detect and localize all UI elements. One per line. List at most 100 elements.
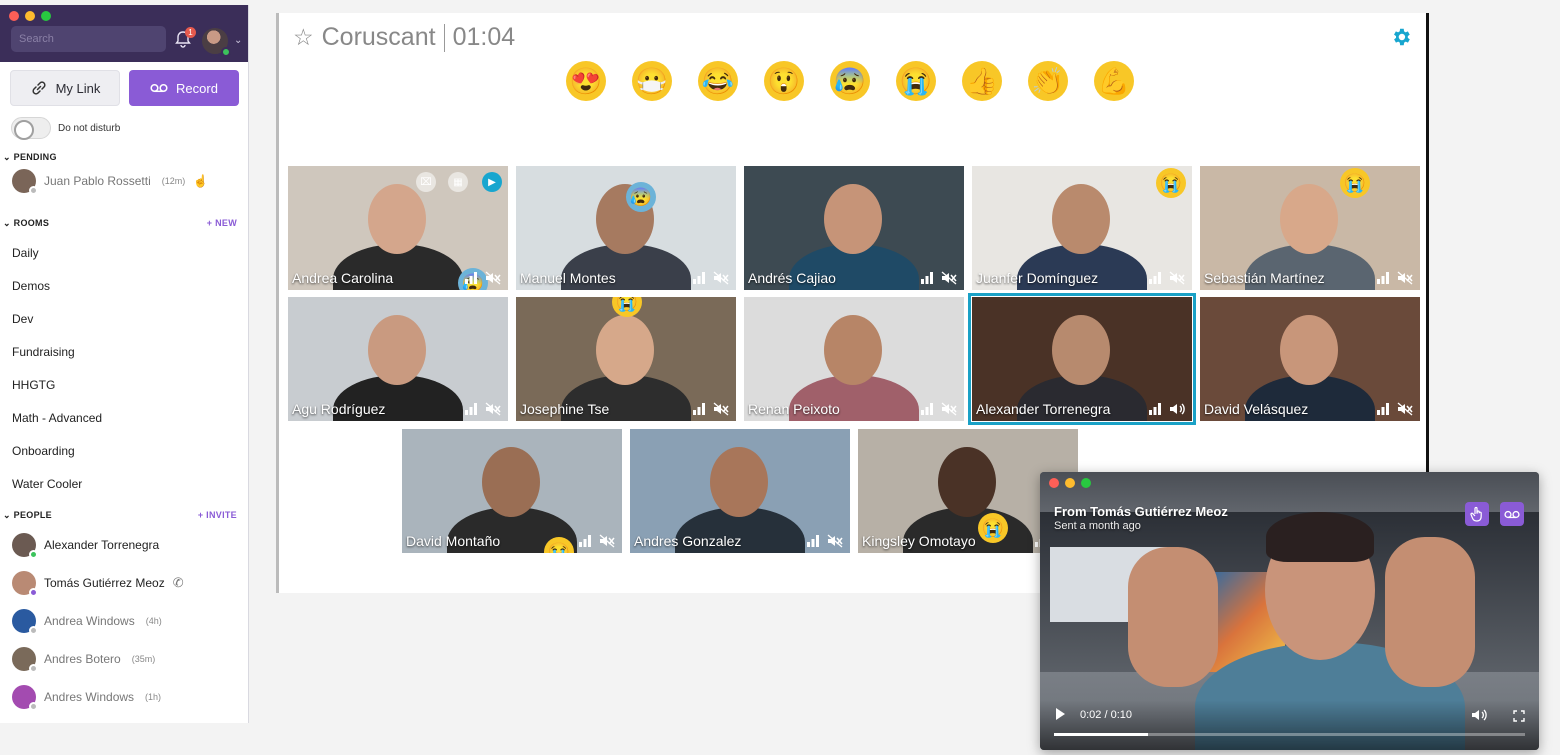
volume-icon[interactable] [1471, 708, 1487, 722]
participant-tile[interactable]: 😰 ⌧ ▦ ▶ Andrea Carolina [288, 166, 508, 290]
speaker-muted-icon[interactable] [941, 271, 957, 285]
video-off-icon[interactable]: ⌧ [416, 172, 436, 192]
person-name: Tomás Gutiérrez Meoz [44, 576, 165, 590]
signal-strength-icon [1149, 272, 1161, 284]
floating-reaction-icon: 😰 [626, 182, 656, 212]
pending-item[interactable]: Juan Pablo Rossetti (12m) ☝ [0, 164, 248, 198]
person-last-seen: (1h) [145, 692, 162, 702]
person-item[interactable]: Andrea Windows (4h) [0, 602, 248, 640]
signal-strength-icon [693, 403, 705, 415]
player-close-button[interactable] [1049, 478, 1059, 488]
room-item[interactable]: Daily [0, 236, 248, 269]
signal-strength-icon [1377, 272, 1389, 284]
speaker-muted-icon[interactable] [485, 271, 501, 285]
participant-tile[interactable]: Alexander Torrenegra [968, 293, 1196, 425]
signal-strength-icon [465, 403, 477, 415]
room-item[interactable]: Water Cooler [0, 467, 248, 500]
chevron-down-icon[interactable]: ⌄ [234, 35, 242, 46]
room-name: Coruscant [321, 23, 436, 51]
room-item[interactable]: Dev [0, 302, 248, 335]
room-item[interactable]: Onboarding [0, 434, 248, 467]
reaction-cold-face-icon[interactable]: 😰 [830, 61, 870, 101]
speaker-muted-icon[interactable] [485, 402, 501, 416]
rooms-heading: ⌄ ROOMS [3, 217, 50, 228]
grid-icon[interactable]: ▦ [448, 172, 468, 192]
video-message-player[interactable]: From Tomás Gutiérrez Meoz Sent a month a… [1040, 472, 1539, 750]
avatar [12, 169, 38, 195]
speaker-muted-icon[interactable] [941, 402, 957, 416]
reaction-thumbs-up-icon[interactable]: 👍 [962, 61, 1002, 101]
room-item[interactable]: HHGTG [0, 368, 248, 401]
floating-reaction-icon: 😭 [1156, 168, 1186, 198]
room-item[interactable]: Fundraising [0, 335, 248, 368]
new-room-button[interactable]: + NEW [207, 218, 237, 228]
my-link-button[interactable]: My Link [10, 70, 120, 106]
reaction-flexed-biceps-icon[interactable]: 💪 [1094, 61, 1134, 101]
reaction-heart-eyes-icon[interactable]: 😍 [566, 61, 606, 101]
player-maximize-button[interactable] [1081, 478, 1091, 488]
voicemail-icon[interactable] [1500, 502, 1524, 526]
participant-tile[interactable]: 😰 Manuel Montes [516, 166, 736, 290]
status-indicator [29, 550, 38, 559]
fullscreen-icon[interactable] [1513, 710, 1525, 722]
minimize-window-button[interactable] [25, 11, 35, 21]
close-window-button[interactable] [9, 11, 19, 21]
speaker-muted-icon[interactable] [713, 271, 729, 285]
speaker-muted-icon[interactable] [827, 534, 843, 548]
person-last-seen: (4h) [145, 616, 162, 626]
participant-face [710, 447, 768, 517]
status-indicator [29, 702, 38, 711]
do-not-disturb-toggle[interactable] [11, 117, 51, 140]
room-item[interactable]: Demos [0, 269, 248, 302]
camera-icon[interactable]: ▶ [482, 172, 502, 192]
reaction-face-with-mask-icon[interactable]: 😷 [632, 61, 672, 101]
sidebar: Search 1 ⌄ My Link Record Do not disturb… [0, 5, 249, 723]
speaker-muted-icon[interactable] [1397, 271, 1413, 285]
record-button[interactable]: Record [129, 70, 239, 106]
person-item[interactable]: Andres Botero (35m) [0, 640, 248, 678]
person-item[interactable]: Tomás Gutiérrez Meoz ✆ [0, 564, 248, 602]
participant-tile[interactable]: David Velásquez [1200, 297, 1420, 421]
participant-tile[interactable]: Agu Rodríguez [288, 297, 508, 421]
pending-time: (12m) [161, 176, 186, 186]
participant-tile[interactable]: Renan Peixoto [744, 297, 964, 421]
participant-face [1280, 315, 1338, 385]
speaker-muted-icon[interactable] [1397, 402, 1413, 416]
avatar [12, 609, 38, 635]
participant-tile[interactable]: 😭 David Montaño [402, 429, 622, 553]
call-timer: 01:04 [452, 23, 516, 51]
participant-face [824, 184, 882, 254]
search-input[interactable]: Search [11, 26, 166, 52]
speaker-muted-icon[interactable] [1169, 271, 1185, 285]
reaction-tears-of-joy-icon[interactable]: 😂 [698, 61, 738, 101]
participant-tile[interactable]: Andres Gonzalez [630, 429, 850, 553]
participant-tile[interactable]: 😭 Juanfer Domínguez [972, 166, 1192, 290]
reaction-crying-icon[interactable]: 😭 [896, 61, 936, 101]
signal-strength-icon [807, 535, 819, 547]
participant-tile[interactable]: 😭 Josephine Tse [516, 297, 736, 421]
hand-pointer-icon[interactable] [1465, 502, 1489, 526]
sidebar-header: Search 1 ⌄ [0, 5, 248, 62]
room-item[interactable]: Math - Advanced [0, 401, 248, 434]
speaker-on-icon[interactable] [1169, 402, 1185, 416]
play-icon[interactable] [1056, 708, 1065, 720]
player-minimize-button[interactable] [1065, 478, 1075, 488]
participant-name: Sebastián Martínez [1204, 270, 1325, 286]
reaction-astonished-icon[interactable]: 😲 [764, 61, 804, 101]
participant-face [1052, 315, 1110, 385]
maximize-window-button[interactable] [41, 11, 51, 21]
person-item[interactable]: Andres Windows (1h) [0, 678, 248, 716]
speaker-muted-icon[interactable] [599, 534, 615, 548]
invite-button[interactable]: + INVITE [198, 510, 237, 520]
progress-track[interactable] [1054, 733, 1525, 736]
star-icon[interactable]: ☆ [293, 24, 314, 51]
participant-name: Manuel Montes [520, 270, 616, 286]
gear-icon[interactable] [1390, 26, 1412, 48]
participant-tile[interactable]: Andrés Cajiao [744, 166, 964, 290]
person-item[interactable]: Alexander Torrenegra [0, 526, 248, 564]
reaction-clapping-icon[interactable]: 👏 [1028, 61, 1068, 101]
reaction-bar: 😍 😷 😂 😲 😰 😭 👍 👏 💪 [566, 61, 1134, 101]
speaker-muted-icon[interactable] [713, 402, 729, 416]
person-last-seen: (35m) [131, 654, 156, 664]
participant-tile[interactable]: 😭 Sebastián Martínez [1200, 166, 1420, 290]
